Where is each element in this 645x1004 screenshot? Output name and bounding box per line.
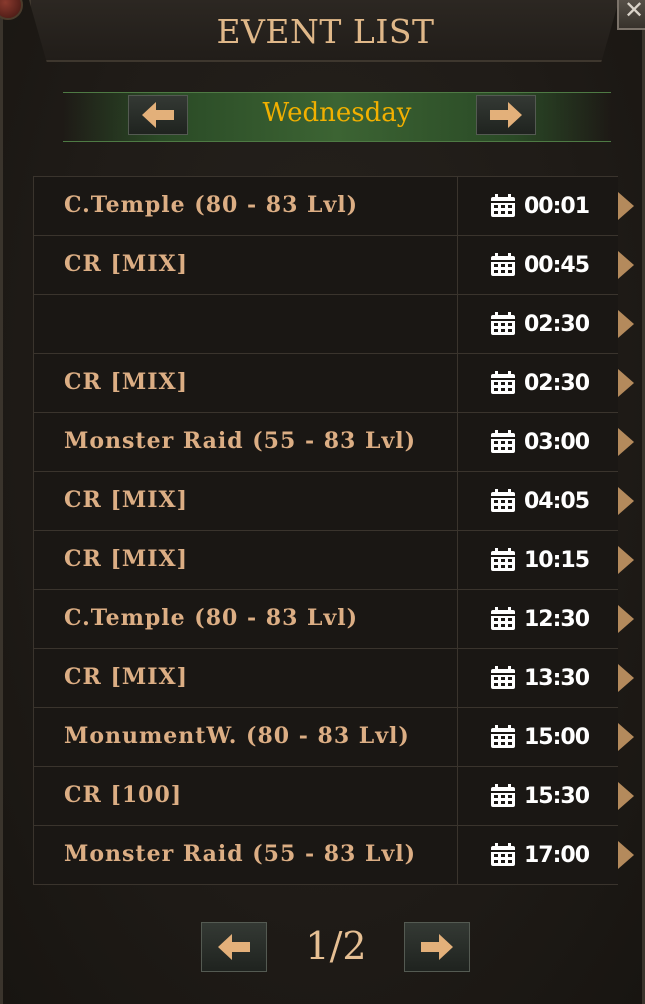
event-time-cell: 02:30 [458, 354, 618, 412]
row-arrow-icon[interactable] [618, 546, 634, 574]
row-arrow-icon[interactable] [618, 723, 634, 751]
event-name [34, 295, 458, 353]
event-list-window: EVENT LIST ✕ Wednesday C.Temple (80 - 83… [0, 0, 645, 1004]
event-time-cell: 10:15 [458, 531, 618, 589]
event-time: 00:01 [524, 193, 590, 219]
calendar-icon [491, 784, 515, 807]
event-row[interactable]: CR [MIX] 10:15 [33, 531, 634, 590]
event-name: CR [MIX] [34, 531, 458, 589]
calendar-icon [491, 666, 515, 689]
event-time: 02:30 [524, 311, 590, 337]
arrow-left-icon [218, 934, 250, 960]
arrow-right-icon [421, 934, 453, 960]
calendar-icon [491, 607, 515, 630]
row-arrow-icon[interactable] [618, 310, 634, 338]
event-time: 15:00 [524, 724, 590, 750]
event-time: 00:45 [524, 252, 590, 278]
event-time-cell: 15:30 [458, 767, 618, 825]
event-name: CR [100] [34, 767, 458, 825]
previous-page-button[interactable] [201, 922, 267, 972]
event-row[interactable]: 02:30 [33, 295, 634, 354]
close-icon: ✕ [623, 0, 645, 24]
event-row[interactable]: Monster Raid (55 - 83 Lvl) 17:00 [33, 826, 634, 885]
event-time: 02:30 [524, 370, 590, 396]
event-name: CR [MIX] [34, 236, 458, 294]
row-arrow-icon[interactable] [618, 251, 634, 279]
event-time: 04:05 [524, 488, 590, 514]
event-row[interactable]: CR [MIX] 02:30 [33, 354, 634, 413]
event-time: 03:00 [524, 429, 590, 455]
calendar-icon [491, 371, 515, 394]
row-arrow-icon[interactable] [618, 192, 634, 220]
event-time-cell: 00:01 [458, 177, 618, 235]
event-time-cell: 03:00 [458, 413, 618, 471]
calendar-icon [491, 725, 515, 748]
row-arrow-icon[interactable] [618, 487, 634, 515]
event-list: C.Temple (80 - 83 Lvl) 00:01 CR [MIX] 00… [33, 176, 634, 885]
event-time: 17:00 [524, 842, 590, 868]
event-name: MonumentW. (80 - 83 Lvl) [34, 708, 458, 766]
event-row[interactable]: CR [MIX] 13:30 [33, 649, 634, 708]
event-row[interactable]: CR [MIX] 04:05 [33, 472, 634, 531]
next-day-button[interactable] [476, 95, 536, 135]
calendar-icon [491, 548, 515, 571]
row-arrow-icon[interactable] [618, 782, 634, 810]
event-name: CR [MIX] [34, 354, 458, 412]
event-time-cell: 00:45 [458, 236, 618, 294]
calendar-icon [491, 312, 515, 335]
close-button[interactable]: ✕ [617, 0, 645, 30]
event-time-cell: 12:30 [458, 590, 618, 648]
event-row[interactable]: MonumentW. (80 - 83 Lvl) 15:00 [33, 708, 634, 767]
event-time: 13:30 [524, 665, 590, 691]
window-title: EVENT LIST [216, 12, 435, 51]
row-arrow-icon[interactable] [618, 428, 634, 456]
event-time: 10:15 [524, 547, 590, 573]
event-time: 15:30 [524, 783, 590, 809]
row-arrow-icon[interactable] [618, 841, 634, 869]
event-time-cell: 02:30 [458, 295, 618, 353]
calendar-icon [491, 430, 515, 453]
event-name: C.Temple (80 - 83 Lvl) [34, 590, 458, 648]
calendar-icon [491, 194, 515, 217]
event-name: CR [MIX] [34, 649, 458, 707]
calendar-icon [491, 489, 515, 512]
event-name: C.Temple (80 - 83 Lvl) [34, 177, 458, 235]
event-row[interactable]: C.Temple (80 - 83 Lvl) 00:01 [33, 177, 634, 236]
event-row[interactable]: Monster Raid (55 - 83 Lvl) 03:00 [33, 413, 634, 472]
event-time: 12:30 [524, 606, 590, 632]
event-row[interactable]: C.Temple (80 - 83 Lvl) 12:30 [33, 590, 634, 649]
calendar-icon [491, 843, 515, 866]
calendar-icon [491, 253, 515, 276]
row-arrow-icon[interactable] [618, 664, 634, 692]
event-row[interactable]: CR [100] 15:30 [33, 767, 634, 826]
next-page-button[interactable] [404, 922, 470, 972]
event-time-cell: 13:30 [458, 649, 618, 707]
row-arrow-icon[interactable] [618, 605, 634, 633]
event-name: Monster Raid (55 - 83 Lvl) [34, 826, 458, 884]
event-name: Monster Raid (55 - 83 Lvl) [34, 413, 458, 471]
arrow-right-icon [490, 102, 522, 128]
row-arrow-icon[interactable] [618, 369, 634, 397]
event-row[interactable]: CR [MIX] 00:45 [33, 236, 634, 295]
event-name: CR [MIX] [34, 472, 458, 530]
page-indicator: 1/2 [305, 924, 367, 968]
event-time-cell: 17:00 [458, 826, 618, 884]
event-time-cell: 04:05 [458, 472, 618, 530]
event-time-cell: 15:00 [458, 708, 618, 766]
